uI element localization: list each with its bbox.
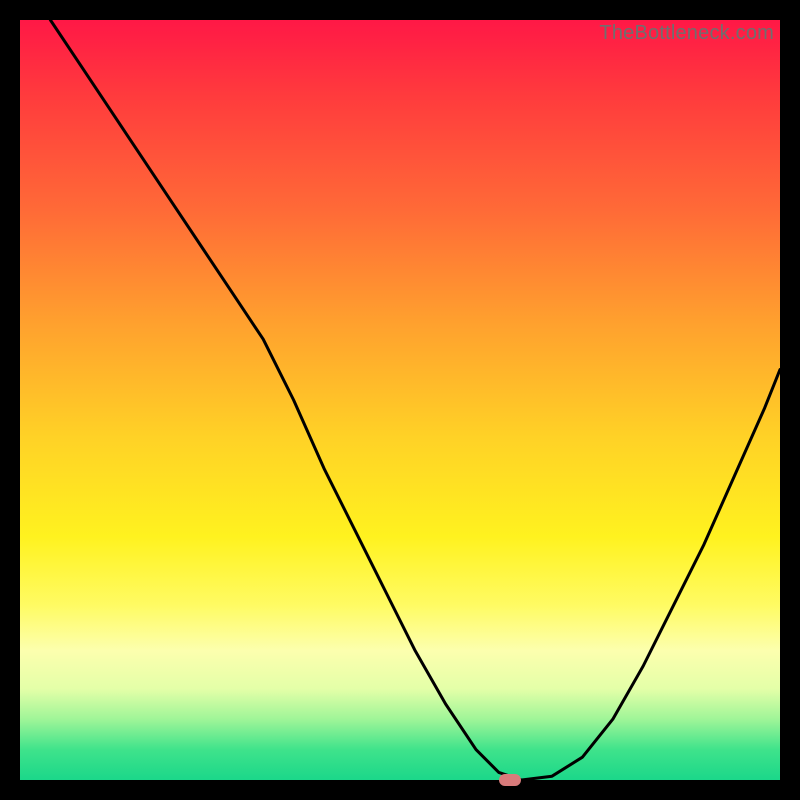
chart-stage: TheBottleneck.com <box>0 0 800 800</box>
optimum-marker <box>499 774 521 786</box>
bottleneck-curve <box>20 20 780 780</box>
curve-path <box>50 20 780 780</box>
plot-area: TheBottleneck.com <box>20 20 780 780</box>
